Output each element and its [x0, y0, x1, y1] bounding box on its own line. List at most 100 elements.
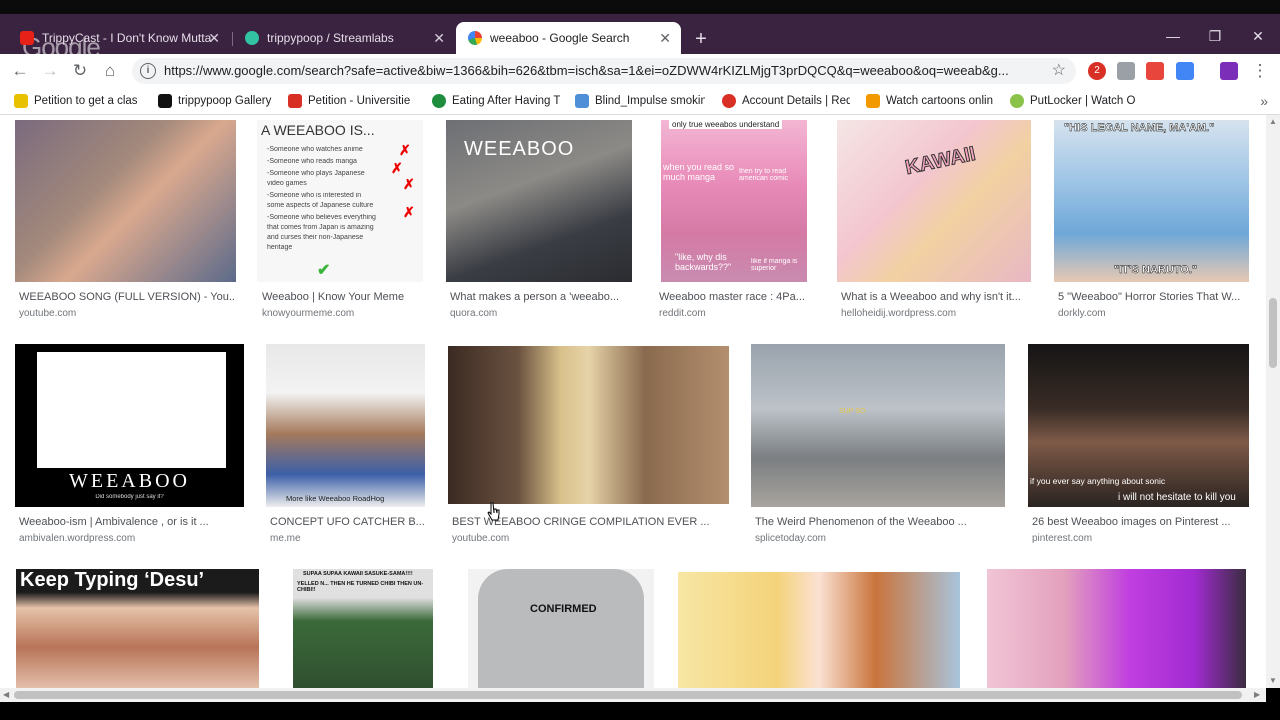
- scroll-left-arrow-icon[interactable]: ◀: [3, 690, 9, 699]
- horizontal-scrollbar[interactable]: ◀ ▶: [0, 688, 1266, 702]
- minimize-button[interactable]: —: [1158, 26, 1188, 46]
- adblock-extension-icon[interactable]: 2: [1088, 62, 1106, 80]
- info-icon[interactable]: i: [140, 63, 156, 79]
- image-result-thumbnail[interactable]: WEEABOO: [446, 120, 632, 282]
- bookmark-favicon-icon: [1010, 94, 1024, 108]
- bookmarks-overflow-button[interactable]: »: [1260, 88, 1268, 114]
- image-result-thumbnail[interactable]: if you ever say anything about sonic i w…: [1028, 344, 1249, 507]
- image-result-thumbnail[interactable]: only true weeabos understand when you re…: [661, 120, 807, 282]
- image-result-thumbnail[interactable]: More like Weeaboo RoadHog: [266, 344, 425, 507]
- tab-trippycast[interactable]: TrippyCast - I Don't Know Mutta ✕: [8, 22, 230, 54]
- reload-button[interactable]: ↻: [68, 60, 92, 82]
- image-result-source[interactable]: dorkly.com: [1058, 308, 1248, 319]
- overlay-text: CONFIRMED: [530, 603, 597, 615]
- bookmark-item[interactable]: Account Details | Red: [722, 88, 850, 114]
- image-result-caption[interactable]: Weeaboo-ism | Ambivalence , or is it ...: [19, 516, 244, 528]
- menu-kebab-icon[interactable]: ⋮: [1248, 60, 1272, 82]
- image-result-caption[interactable]: Weeaboo | Know Your Meme: [262, 291, 427, 303]
- overlay-text: YELLED N... THEN HE TURNED CHIBI THEN UN…: [297, 581, 424, 593]
- overlay-text: -Someone who believes everything: [267, 214, 376, 221]
- restore-button[interactable]: ❐: [1200, 26, 1230, 46]
- image-result-source[interactable]: youtube.com: [19, 308, 234, 319]
- bookmark-label: Account Details | Red: [742, 95, 850, 107]
- image-result-thumbnail[interactable]: A WEEABOO IS... -Someone who watches ani…: [257, 120, 423, 282]
- image-result-thumbnail[interactable]: [987, 569, 1246, 688]
- image-result-source[interactable]: me.me: [270, 533, 425, 544]
- scroll-down-arrow-icon[interactable]: ▼: [1269, 676, 1277, 685]
- meme-drawing: [37, 352, 226, 468]
- bookmark-item[interactable]: Blind_Impulse smokin: [575, 88, 705, 114]
- tab-title: TrippyCast - I Don't Know Mutta: [42, 31, 212, 45]
- back-button[interactable]: ←: [8, 60, 32, 82]
- bookmark-item[interactable]: Eating After Having T: [432, 88, 560, 114]
- image-result-thumbnail[interactable]: Keep Typing ‘Desu’: [16, 569, 259, 688]
- profile-extension-icon[interactable]: [1220, 62, 1238, 80]
- image-result-caption[interactable]: What is a Weeaboo and why isn't it...: [841, 291, 1031, 303]
- tab-streamlabs[interactable]: trippypoop / Streamlabs ✕: [233, 22, 455, 54]
- image-result-source[interactable]: quora.com: [450, 308, 630, 319]
- overlay-text: Keep Typing ‘Desu’: [20, 569, 205, 591]
- image-result-source[interactable]: youtube.com: [452, 533, 712, 544]
- overlay-text: WEEABOO: [464, 138, 575, 160]
- overlay-text: -Someone who watches anime: [267, 146, 363, 153]
- vertical-scrollbar[interactable]: ▲ ▼: [1266, 115, 1280, 688]
- tab-close-icon[interactable]: ✕: [659, 22, 671, 54]
- image-result-caption[interactable]: CONCEPT UFO CATCHER B...: [270, 516, 425, 528]
- overlay-text: only true weeabos understand: [669, 120, 783, 129]
- bookmark-item[interactable]: trippypoop Gallery: [158, 88, 278, 114]
- image-result-thumbnail[interactable]: CONFIRMED: [468, 569, 654, 688]
- image-result-thumbnail[interactable]: SUPAA SUPAA KAWAII SASUKE-SAMA!!!! YELLE…: [293, 569, 433, 688]
- screencast-extension-icon[interactable]: [1146, 62, 1164, 80]
- new-tab-button[interactable]: +: [690, 28, 712, 50]
- forward-button[interactable]: →: [38, 60, 62, 82]
- image-result-caption[interactable]: Weeaboo master race : 4Pa...: [659, 291, 809, 303]
- scroll-right-arrow-icon[interactable]: ▶: [1254, 690, 1260, 699]
- image-result-thumbnail[interactable]: [15, 120, 236, 282]
- image-result-caption[interactable]: The Weird Phenomenon of the Weeaboo ...: [755, 516, 1005, 528]
- image-result-thumbnail[interactable]: KAWAII: [837, 120, 1031, 282]
- close-window-button[interactable]: ✕: [1243, 26, 1273, 46]
- overlay-text: that comes from Japan is amazing: [267, 224, 374, 231]
- image-result-source[interactable]: pinterest.com: [1032, 533, 1252, 544]
- overlay-text: A WEEABOO IS...: [261, 122, 375, 138]
- tab-close-icon[interactable]: ✕: [433, 22, 445, 54]
- image-result-caption[interactable]: 5 "Weeaboo" Horror Stories That W...: [1058, 291, 1248, 303]
- image-result-thumbnail[interactable]: SUP SO: [751, 344, 1005, 507]
- overlay-text: when you read so much manga: [663, 162, 735, 182]
- bookmark-favicon-icon: [575, 94, 589, 108]
- image-result-source[interactable]: reddit.com: [659, 308, 809, 319]
- bookmark-item[interactable]: Petition - Universitie: [288, 88, 416, 114]
- bookmark-item[interactable]: Watch cartoons onlin: [866, 88, 994, 114]
- image-result-thumbnail[interactable]: "HIS LEGAL NAME, MA'AM." "IT'S NARUTO.": [1054, 120, 1249, 282]
- bookmark-star-icon[interactable]: ☆: [1052, 58, 1066, 84]
- horizontal-scroll-thumb[interactable]: [14, 691, 1242, 699]
- bookmark-item[interactable]: Petition to get a clas: [14, 88, 146, 114]
- overlay-text: heritage: [267, 244, 293, 251]
- image-result-thumbnail[interactable]: [448, 346, 729, 504]
- scroll-up-arrow-icon[interactable]: ▲: [1269, 117, 1277, 126]
- camera-extension-icon[interactable]: [1117, 62, 1135, 80]
- image-result-source[interactable]: helloheidij.wordpress.com: [841, 308, 1031, 319]
- tab-close-icon[interactable]: ✕: [208, 22, 220, 54]
- image-result-source[interactable]: splicetoday.com: [755, 533, 1005, 544]
- vertical-scroll-thumb[interactable]: [1269, 298, 1277, 368]
- overlay-text: i will not hesitate to kill you: [1118, 492, 1236, 503]
- image-result-thumbnail[interactable]: [678, 572, 960, 688]
- tshirt-shape: [478, 569, 644, 688]
- bookmark-favicon-icon: [158, 94, 172, 108]
- tab-google-search[interactable]: weeaboo - Google Search ✕: [456, 22, 681, 54]
- bookmark-favicon-icon: [722, 94, 736, 108]
- address-bar[interactable]: i https://www.google.com/search?safe=act…: [132, 58, 1076, 84]
- image-result-source[interactable]: knowyourmeme.com: [262, 308, 427, 319]
- bookmark-label: trippypoop Gallery: [178, 95, 272, 107]
- s-extension-icon[interactable]: [1176, 62, 1194, 80]
- image-result-source[interactable]: ambivalen.wordpress.com: [19, 533, 244, 544]
- url-text[interactable]: https://www.google.com/search?safe=activ…: [164, 58, 1034, 84]
- home-button[interactable]: ⌂: [98, 60, 122, 82]
- image-result-caption[interactable]: What makes a person a 'weeabo...: [450, 291, 630, 303]
- image-result-caption[interactable]: 26 best Weeaboo images on Pinterest ...: [1032, 516, 1252, 528]
- image-result-thumbnail[interactable]: WEEABOO Did somebody just say it?: [15, 344, 244, 507]
- bookmark-item[interactable]: PutLocker | Watch O: [1010, 88, 1138, 114]
- red-x-icon: ✗: [391, 160, 403, 176]
- image-result-caption[interactable]: WEEABOO SONG (FULL VERSION) - You...: [19, 291, 234, 303]
